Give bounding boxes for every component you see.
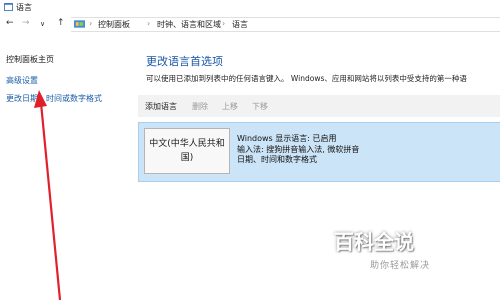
watermark-title: 百科全说 [334,230,414,254]
move-up-button[interactable]: 上移 [222,101,238,112]
date-time-format-info: 日期、时间和数字格式 [237,155,317,164]
language-list-item[interactable]: 中文(中华人民共和国) Windows 显示语言: 已启用 输入法: 搜狗拼音输… [138,122,500,182]
page-title: 更改语言首选项 [146,55,223,68]
back-button[interactable]: ← [6,18,14,28]
up-button[interactable]: ↑ [57,18,65,28]
window-icon [4,3,13,11]
breadcrumb-separator: › [222,19,226,28]
breadcrumb-language[interactable]: 语言 [232,19,248,30]
display-language-status: Windows 显示语言: 已启用 [237,134,337,143]
watermark-subtitle: 助你轻松解决 [370,261,431,271]
language-name: 中文(中华人民共和国) [144,128,230,174]
add-language-button[interactable]: 添加语言 [145,101,177,112]
address-bar: ← → ∨ ↑ › 控制面板 › 时钟、语言和区域 › 语言 [0,15,500,33]
window-title: 语言 [16,3,32,12]
input-method-info: 输入法: 搜狗拼音输入法, 微软拼音 [237,144,360,154]
forward-button[interactable]: → [22,18,30,28]
title-bar: 语言 [0,0,500,14]
recent-locations-button[interactable]: ∨ [40,20,45,28]
address-field[interactable]: › 控制面板 › 时钟、语言和区域 › 语言 [71,17,500,32]
sidebar-item-control-panel-home[interactable]: 控制面板主页 [6,54,54,65]
language-toolbar: 添加语言 删除 上移 下移 [138,95,500,117]
breadcrumb-clock-language-region[interactable]: 时钟、语言和区域 [157,19,221,30]
sidebar-item-advanced-settings[interactable]: 高级设置 [6,75,38,86]
breadcrumb-control-panel[interactable]: 控制面板 [98,19,130,30]
page-description: 可以使用已添加到列表中的任何语言键入。 Windows、应用和网站将以列表中受支… [146,74,467,83]
language-details: Windows 显示语言: 已启用 输入法: 搜狗拼音输入法, 微软拼音 日期、… [237,134,359,166]
breadcrumb-separator: › [89,19,93,28]
breadcrumb-separator: › [147,19,151,28]
remove-button[interactable]: 删除 [192,101,208,112]
move-down-button[interactable]: 下移 [252,101,268,112]
sidebar-item-change-date-time-format[interactable]: 更改日期、时间或数字格式 [6,93,102,104]
control-panel-icon [74,20,85,28]
